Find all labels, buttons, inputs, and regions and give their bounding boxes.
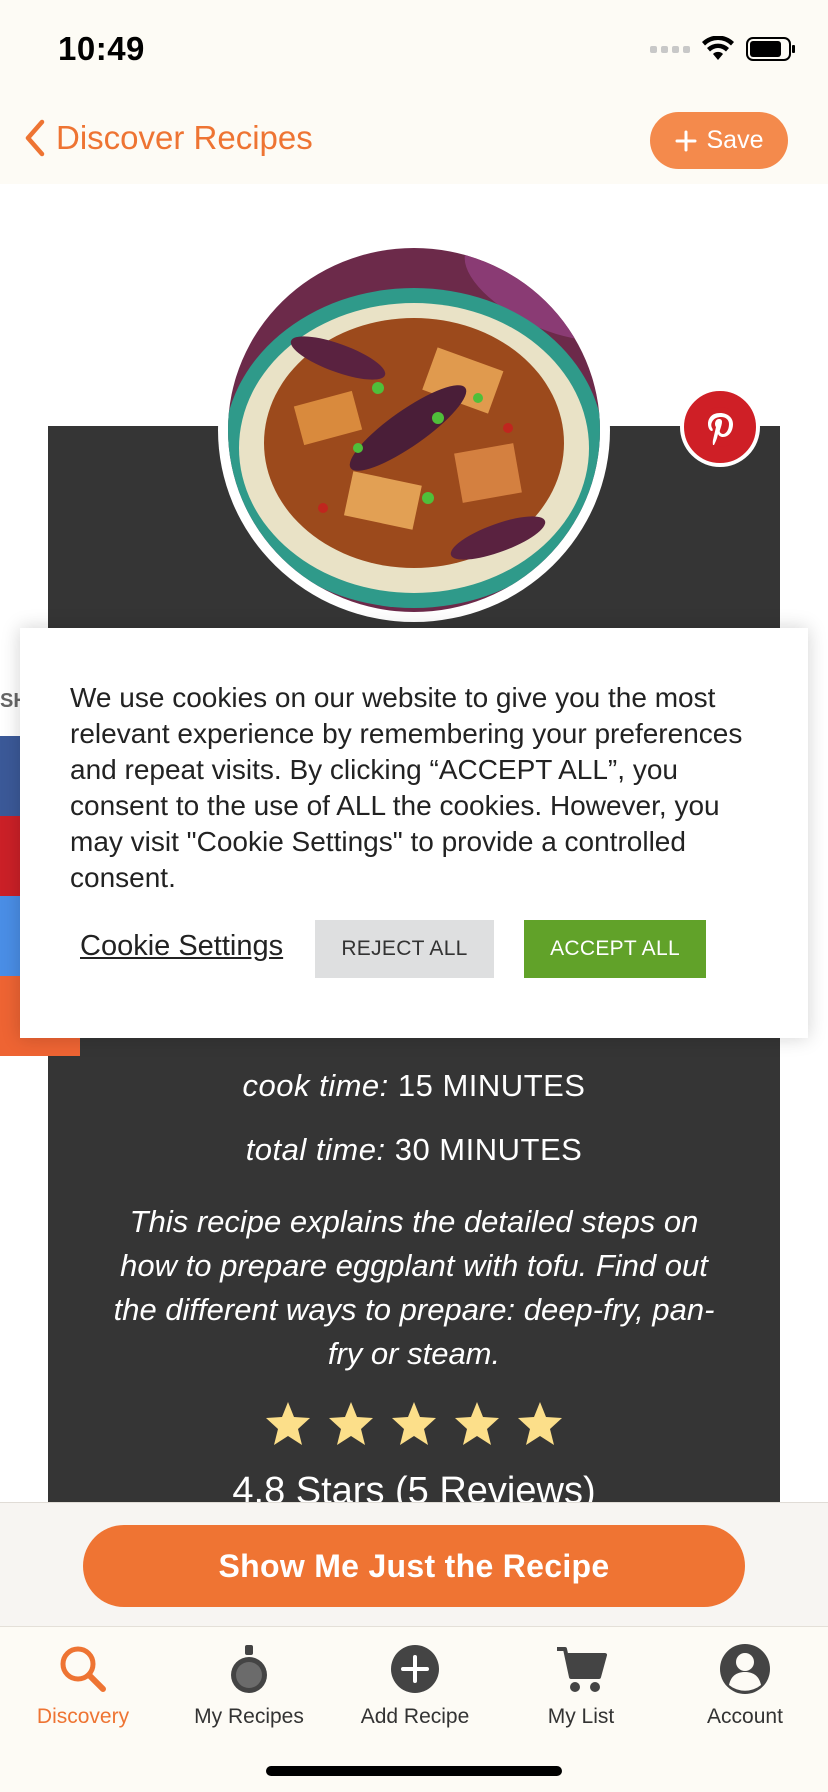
status-time: 10:49 (58, 30, 145, 67)
tab-discovery[interactable]: Discovery (0, 1641, 166, 1729)
star-icon (390, 1400, 438, 1448)
cellular-signal-icon (650, 45, 690, 53)
recipe-photo (218, 238, 610, 622)
chevron-left-icon (25, 119, 45, 157)
total-time-value: 30 MINUTES (394, 1132, 583, 1167)
tab-account[interactable]: Account (662, 1641, 828, 1729)
pinterest-icon (700, 407, 740, 447)
total-time: total time: 30 MINUTES (48, 1132, 780, 1168)
save-label: Save (706, 126, 764, 154)
tab-label: Account (707, 1705, 783, 1728)
status-bar: 10:49 (0, 0, 828, 100)
tab-my-recipes[interactable]: My Recipes (166, 1641, 332, 1729)
nav-header: Discover Recipes Save (0, 100, 828, 184)
wifi-icon (702, 36, 734, 60)
home-indicator (266, 1766, 562, 1776)
plus-circle-icon (391, 1645, 439, 1693)
pot-icon (231, 1645, 267, 1693)
account-icon (720, 1644, 770, 1694)
cookie-settings-link[interactable]: Cookie Settings (80, 930, 283, 963)
eggplant-tofu-image (228, 248, 600, 612)
cook-time-value: 15 MINUTES (397, 1068, 586, 1103)
rating-stars (48, 1400, 780, 1448)
reject-all-button[interactable]: REJECT ALL (315, 920, 494, 978)
star-icon (453, 1400, 501, 1448)
pinterest-share-button[interactable] (680, 387, 760, 467)
star-icon (327, 1400, 375, 1448)
cook-time-label: cook time: (242, 1068, 389, 1103)
save-button[interactable]: Save (650, 112, 788, 169)
star-icon (264, 1400, 312, 1448)
total-time-label: total time: (245, 1132, 386, 1167)
show-recipe-button[interactable]: Show Me Just the Recipe (83, 1525, 745, 1607)
cookie-message: We use cookies on our website to give yo… (70, 682, 743, 893)
accept-all-button[interactable]: ACCEPT ALL (524, 920, 706, 978)
back-label: Discover Recipes (56, 119, 313, 156)
battery-icon (746, 37, 795, 61)
cart-icon (557, 1647, 607, 1692)
cookie-consent-dialog: We use cookies on our website to give yo… (20, 628, 808, 1038)
tab-label: Add Recipe (360, 1705, 470, 1728)
tab-label: Discovery (36, 1705, 130, 1728)
tab-my-list[interactable]: My List (498, 1641, 664, 1729)
search-icon (60, 1646, 106, 1692)
tab-add-recipe[interactable]: Add Recipe (332, 1641, 498, 1729)
cta-area: Show Me Just the Recipe (0, 1502, 828, 1626)
plus-icon (675, 130, 696, 151)
recipe-description: This recipe explains the detailed steps … (113, 1204, 715, 1371)
back-button[interactable]: Discover Recipes (22, 118, 313, 158)
tab-label: My Recipes (194, 1705, 304, 1728)
cook-time: cook time: 15 MINUTES (48, 1068, 780, 1104)
status-icons (650, 34, 796, 64)
tab-label: My List (547, 1705, 615, 1728)
star-icon (516, 1400, 564, 1448)
